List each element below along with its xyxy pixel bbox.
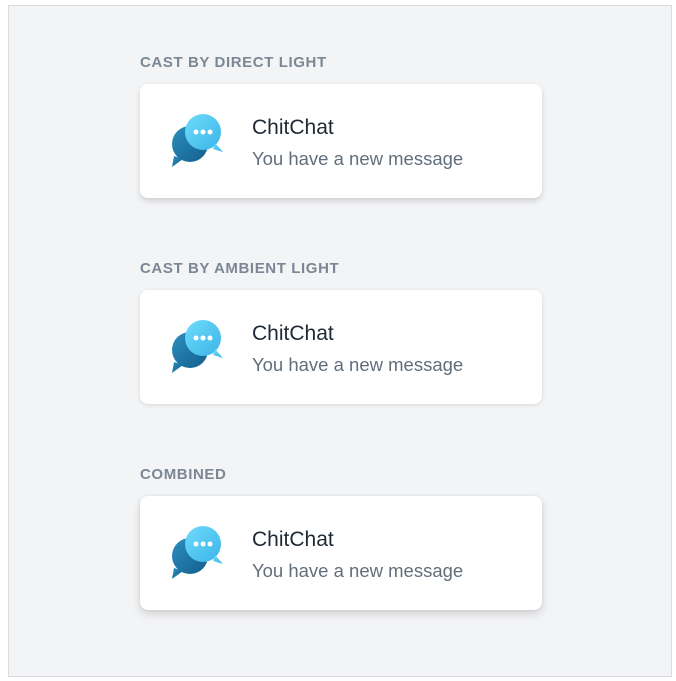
app-name: ChitChat bbox=[252, 528, 334, 551]
notification-message: You have a new message bbox=[252, 560, 464, 581]
notification-card[interactable]: ChitChat You have a new message bbox=[140, 496, 542, 610]
notification-message: You have a new message bbox=[252, 354, 464, 375]
notification-card[interactable]: ChitChat You have a new message bbox=[140, 84, 542, 198]
shadow-demo-panel: CAST BY DIRECT LIGHT ChitChat You have a… bbox=[8, 5, 672, 677]
section-combined: COMBINED ChitChat You have a new message bbox=[140, 466, 542, 610]
chat-bubbles-icon bbox=[172, 114, 223, 167]
section-title: COMBINED bbox=[140, 466, 227, 483]
chat-bubbles-icon bbox=[172, 526, 223, 579]
app-name: ChitChat bbox=[252, 116, 334, 139]
app-name: ChitChat bbox=[252, 322, 334, 345]
notification-message: You have a new message bbox=[252, 148, 464, 169]
chat-bubbles-icon bbox=[172, 320, 223, 373]
section-title: CAST BY DIRECT LIGHT bbox=[140, 54, 327, 71]
section-ambient-light: CAST BY AMBIENT LIGHT ChitChat You have … bbox=[140, 260, 542, 404]
section-direct-light: CAST BY DIRECT LIGHT ChitChat You have a… bbox=[140, 54, 542, 198]
notification-card[interactable]: ChitChat You have a new message bbox=[140, 290, 542, 404]
section-title: CAST BY AMBIENT LIGHT bbox=[140, 260, 340, 277]
